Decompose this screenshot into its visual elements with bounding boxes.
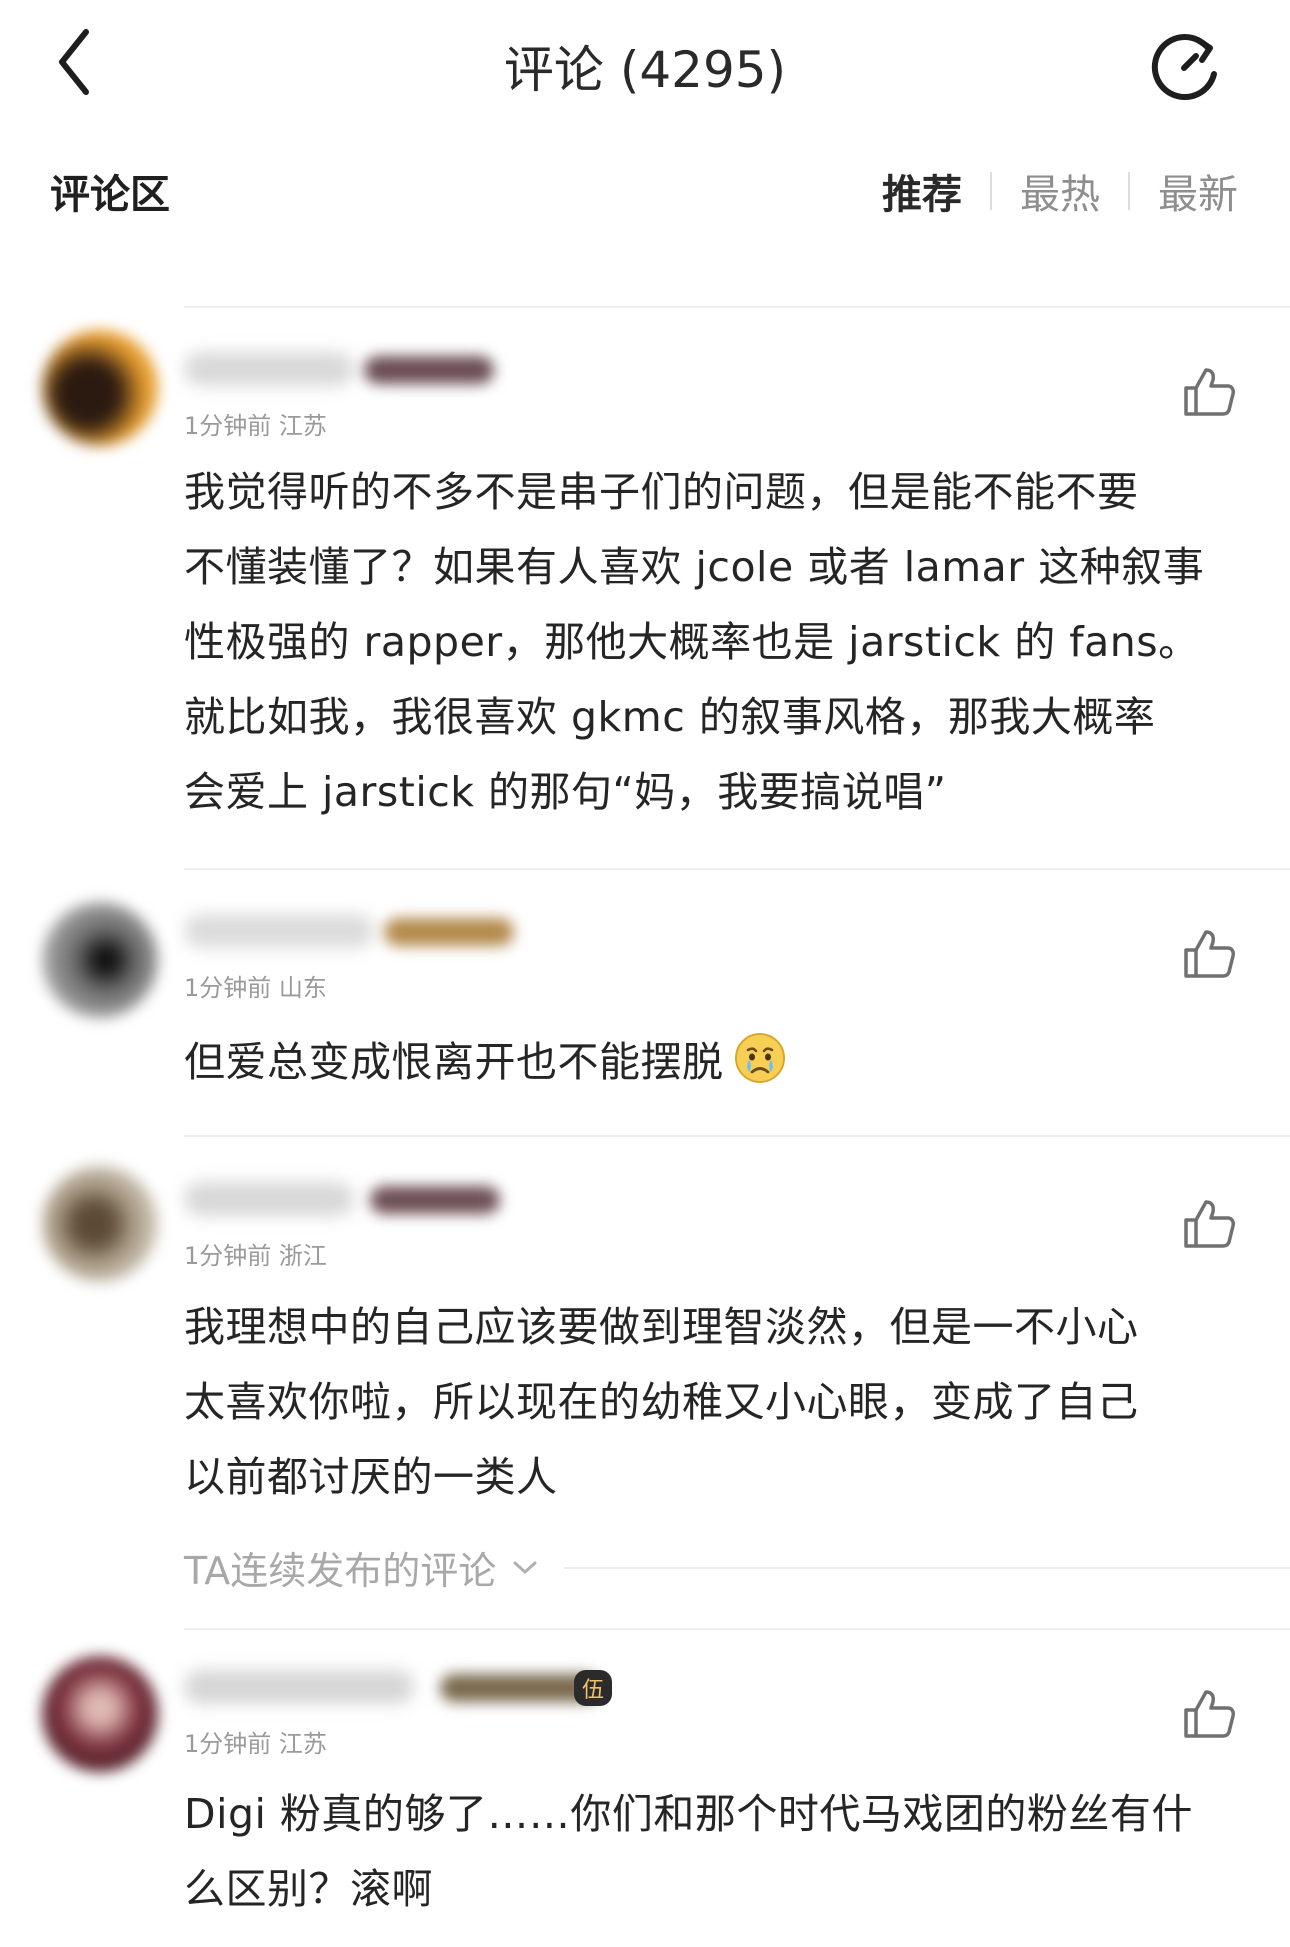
comment-item: 1分钟前 山东 但爱总变成恨离开也不能摆脱: [0, 880, 1290, 1130]
comment-line: 么区别？滚啊: [184, 1865, 433, 1913]
comment-line: 我理想中的自己应该要做到理智淡然，但是一不小心: [184, 1303, 1139, 1351]
user-badge: [384, 918, 514, 946]
comment-item: 伍 1分钟前 江苏 Digi 粉真的够了……你们和那个时代马戏团的粉丝有什 么区…: [0, 1640, 1290, 1947]
user-badge: [364, 356, 494, 384]
tab-divider: [990, 172, 992, 210]
comment-line: 但爱总变成恨离开也不能摆脱: [184, 1025, 1234, 1100]
divider: [184, 1135, 1290, 1137]
divider: [184, 1628, 1290, 1630]
avatar[interactable]: [42, 1166, 158, 1282]
refresh-icon[interactable]: [1144, 26, 1226, 108]
username[interactable]: [184, 352, 354, 386]
divider: [184, 306, 1290, 308]
tab-newest[interactable]: 最新: [1158, 162, 1238, 220]
page-title: 评论 (4295): [503, 41, 787, 99]
crying-face-emoji: [734, 1032, 786, 1084]
tab-recommended[interactable]: 推荐: [882, 162, 962, 220]
comment-line: 以前都讨厌的一类人: [184, 1453, 558, 1501]
comment-line: 太喜欢你啦，所以现在的幼稚又小心眼，变成了自己: [184, 1378, 1139, 1426]
avatar[interactable]: [42, 902, 158, 1018]
continued-comments-link[interactable]: TA连续发布的评论: [184, 1540, 496, 1595]
comment-text: 我觉得听的不多不是串子们的问题，但是能不能不要 不懂装懂了？如果有人喜欢 jco…: [184, 455, 1234, 830]
comment-text: Digi 粉真的够了……你们和那个时代马戏团的粉丝有什 么区别？滚啊: [184, 1777, 1234, 1927]
comment-line: 我觉得听的不多不是串子们的问题，但是能不能不要: [184, 468, 1139, 516]
comment-meta: 1分钟前 山东: [184, 974, 327, 1002]
comment-line: Digi 粉真的够了……你们和那个时代马戏团的粉丝有什: [184, 1790, 1193, 1838]
comment-text: 我理想中的自己应该要做到理智淡然，但是一不小心 太喜欢你啦，所以现在的幼稚又小心…: [184, 1290, 1234, 1515]
comment-line: 不懂装懂了？如果有人喜欢 jcole 或者 lamar 这种叙事: [184, 543, 1205, 591]
comment-line: 会爱上 jarstick 的那句“妈，我要搞说唱”: [184, 768, 947, 816]
chevron-down-icon[interactable]: [512, 1560, 538, 1576]
username[interactable]: [184, 1182, 354, 1216]
comment-meta: 1分钟前 江苏: [184, 412, 327, 440]
comment-line-text: 但爱总变成恨离开也不能摆脱: [184, 1038, 724, 1086]
username[interactable]: [184, 1670, 414, 1704]
avatar[interactable]: [42, 330, 158, 446]
thumbs-up-icon[interactable]: [1182, 364, 1236, 418]
badge-level-text: 伍: [574, 1670, 613, 1706]
avatar[interactable]: [42, 1656, 158, 1772]
thumbs-up-icon[interactable]: [1182, 926, 1236, 980]
comment-meta: 1分钟前 浙江: [184, 1242, 327, 1270]
continued-comments-row: TA连续发布的评论: [184, 1540, 1290, 1595]
username[interactable]: [184, 914, 374, 948]
tab-divider: [1128, 172, 1130, 210]
user-badge: [370, 1186, 500, 1214]
divider: [184, 868, 1290, 870]
comment-section-title: 评论区: [50, 172, 170, 218]
thumbs-up-icon[interactable]: [1182, 1686, 1236, 1740]
comment-meta: 1分钟前 江苏: [184, 1730, 327, 1758]
tab-hottest[interactable]: 最热: [1020, 162, 1100, 220]
sort-tabs: 推荐 最热 最新: [882, 162, 1238, 220]
thumbs-up-icon[interactable]: [1182, 1196, 1236, 1250]
comment-line: 性极强的 rapper，那他大概率也是 jarstick 的 fans。: [184, 618, 1200, 666]
comment-line: 就比如我，我很喜欢 gkmc 的叙事风格，那我大概率: [184, 693, 1156, 741]
comment-item: 1分钟前 浙江 我理想中的自己应该要做到理智淡然，但是一不小心 太喜欢你啦，所以…: [0, 1150, 1290, 1590]
divider: [564, 1566, 1290, 1569]
comment-item: 1分钟前 江苏 我觉得听的不多不是串子们的问题，但是能不能不要 不懂装懂了？如果…: [0, 320, 1290, 860]
comment-text: 但爱总变成恨离开也不能摆脱: [184, 1025, 1234, 1100]
